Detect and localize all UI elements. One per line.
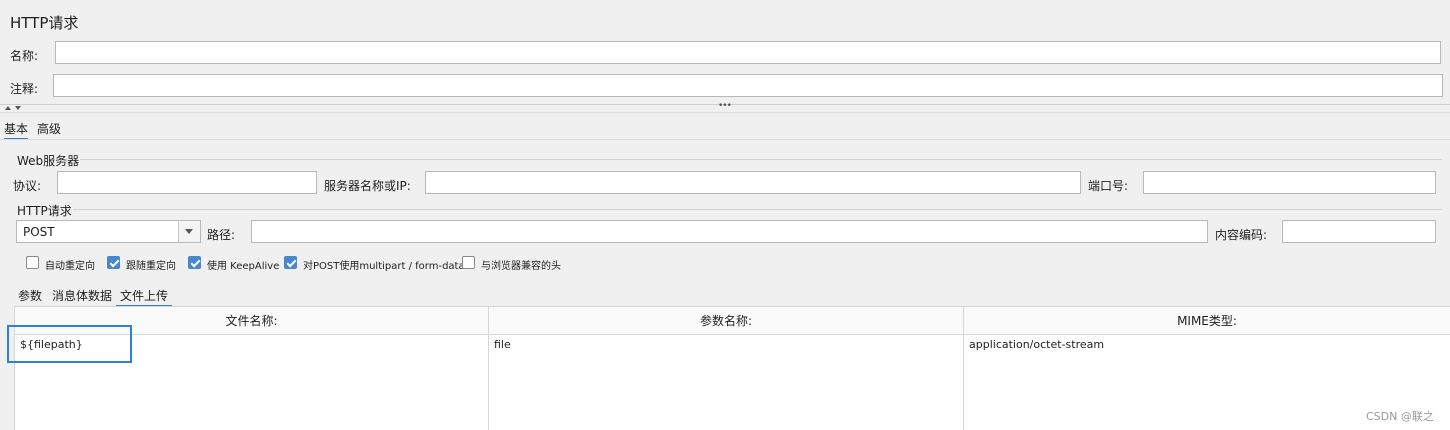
multipart-label: 对POST使用multipart / form-data	[303, 261, 465, 272]
tab-parameters[interactable]: 参数	[18, 287, 42, 304]
tab-body-data[interactable]: 消息体数据	[52, 287, 112, 304]
page-title: HTTP请求	[10, 14, 79, 32]
tab-basic[interactable]: 基本	[4, 120, 29, 140]
keepalive-checkbox[interactable]	[188, 256, 201, 269]
follow-redirect-label: 跟随重定向	[126, 261, 176, 272]
protocol-label: 协议:	[13, 179, 42, 193]
collapse-down-icon[interactable]	[15, 106, 21, 110]
column-header-param-name[interactable]: 参数名称:	[488, 306, 964, 335]
comment-label: 注释:	[10, 82, 39, 96]
method-dropdown-button[interactable]	[178, 221, 200, 242]
protocol-field[interactable]	[57, 171, 317, 194]
file-upload-table: 文件名称: 参数名称: MIME类型: ${filepath} file app…	[14, 306, 1450, 355]
port-label: 端口号:	[1088, 179, 1129, 193]
name-field[interactable]	[55, 41, 1441, 64]
table-header-row: 文件名称: 参数名称: MIME类型:	[14, 306, 1450, 335]
encoding-label: 内容编码:	[1215, 228, 1268, 242]
keepalive-label: 使用 KeepAlive	[207, 261, 280, 272]
column-divider	[488, 352, 489, 430]
tab-file-upload[interactable]: 文件上传	[116, 287, 173, 307]
chevron-down-icon	[185, 229, 193, 234]
watermark: CSDN @联之	[1366, 410, 1434, 423]
column-divider	[963, 352, 964, 430]
column-divider	[14, 352, 15, 430]
web-server-section-title: Web服务器	[17, 154, 80, 168]
tab-advanced[interactable]: 高级	[37, 120, 61, 137]
method-select[interactable]: POST	[16, 220, 201, 243]
path-field[interactable]	[251, 220, 1208, 243]
port-field[interactable]	[1143, 171, 1436, 194]
splitter-line-bottom	[0, 112, 1450, 113]
web-server-section-line	[80, 159, 1442, 160]
table-empty-area	[14, 352, 1450, 430]
highlight-box	[7, 325, 132, 363]
column-header-mime-type[interactable]: MIME类型:	[963, 306, 1450, 335]
encoding-field[interactable]	[1282, 220, 1436, 243]
comment-field[interactable]	[53, 74, 1443, 97]
http-request-section-line	[73, 209, 1442, 210]
auto-redirect-label: 自动重定向	[45, 261, 95, 272]
server-label: 服务器名称或IP:	[324, 179, 411, 193]
server-field[interactable]	[425, 171, 1081, 194]
method-value: POST	[23, 225, 55, 239]
path-label: 路径:	[207, 228, 236, 242]
splitter-handle[interactable]: •••	[718, 101, 732, 111]
http-request-section-title: HTTP请求	[17, 204, 72, 218]
browser-headers-label: 与浏览器兼容的头	[481, 261, 561, 272]
collapse-up-icon[interactable]	[5, 106, 11, 110]
follow-redirect-checkbox[interactable]	[107, 256, 120, 269]
auto-redirect-checkbox[interactable]	[26, 256, 39, 269]
tab-divider	[0, 139, 1450, 140]
browser-headers-checkbox[interactable]	[462, 256, 475, 269]
multipart-checkbox[interactable]	[284, 256, 297, 269]
name-label: 名称:	[10, 49, 39, 63]
